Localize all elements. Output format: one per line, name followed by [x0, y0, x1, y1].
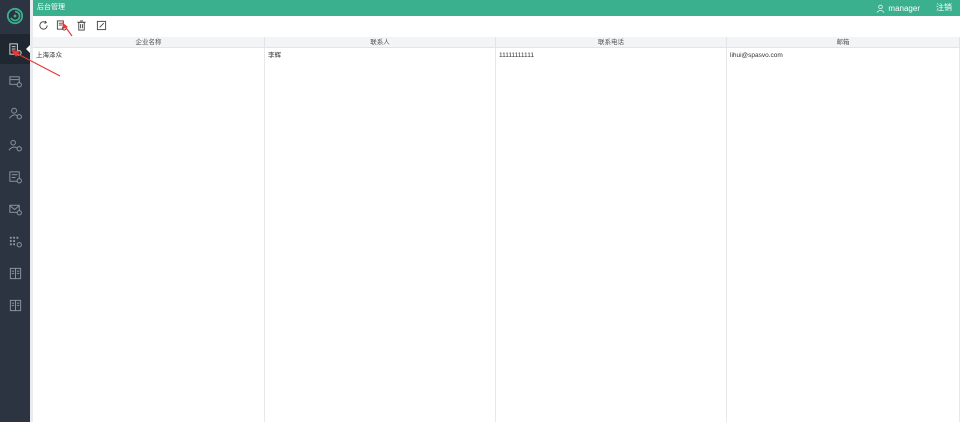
logo-icon — [6, 7, 24, 25]
sidebar-item-book-2[interactable] — [0, 290, 30, 320]
sidebar-item-group[interactable] — [0, 130, 30, 160]
app-title: 后台管理 — [37, 4, 65, 11]
sidebar-item-document[interactable] — [0, 162, 30, 192]
sidebar-item-card[interactable] — [0, 66, 30, 96]
column-phone — [496, 48, 727, 422]
username: manager — [888, 3, 920, 13]
sidebar-item-book-1[interactable] — [0, 258, 30, 288]
sidebar-item-grid[interactable] — [0, 226, 30, 256]
card-settings-icon — [8, 75, 22, 87]
group-settings-icon — [8, 139, 22, 151]
sidebar — [0, 0, 30, 422]
column-header-phone[interactable]: 联系电话 — [496, 37, 727, 48]
toolbar — [33, 16, 960, 36]
user-icon — [877, 4, 885, 13]
delete-icon — [76, 19, 86, 31]
column-header-contact[interactable]: 联系人 — [265, 37, 496, 48]
refresh-button[interactable] — [36, 18, 50, 32]
book-icon — [9, 299, 21, 311]
table-body — [33, 48, 960, 422]
cell-email: lihui@spasvo.com — [730, 52, 783, 59]
delete-button[interactable] — [74, 18, 88, 32]
sidebar-item-enterprise[interactable] — [0, 34, 30, 64]
user-settings-icon — [8, 107, 22, 119]
mail-settings-icon — [8, 204, 22, 215]
add-document-icon — [56, 19, 67, 31]
sidebar-item-mail[interactable] — [0, 194, 30, 224]
cell-contact: 李辉 — [268, 52, 281, 59]
user-menu[interactable]: manager — [876, 3, 920, 13]
edit-button[interactable] — [94, 18, 108, 32]
document-settings-icon — [8, 170, 22, 183]
cell-company: 上海泽众 — [36, 52, 62, 59]
column-email — [727, 48, 960, 422]
table-row[interactable]: 上海泽众 李辉 11111111111 lihui@spasvo.com — [33, 50, 960, 61]
top-header: 后台管理 manager 注销 — [33, 0, 960, 16]
refresh-icon — [38, 20, 48, 30]
sidebar-item-user[interactable] — [0, 98, 30, 128]
grid-settings-icon — [9, 236, 22, 247]
column-contact — [265, 48, 496, 422]
edit-icon — [96, 20, 106, 30]
cell-phone: 11111111111 — [499, 52, 534, 59]
book-icon — [9, 267, 21, 279]
column-company — [33, 48, 265, 422]
add-button[interactable] — [54, 18, 68, 32]
enterprise-settings-icon — [8, 42, 22, 56]
table-header: 企业名称 联系人 联系电话 邮箱 — [33, 37, 960, 48]
column-header-email[interactable]: 邮箱 — [727, 37, 960, 48]
logout-link[interactable]: 注销 — [936, 3, 952, 13]
column-header-company[interactable]: 企业名称 — [33, 37, 265, 48]
